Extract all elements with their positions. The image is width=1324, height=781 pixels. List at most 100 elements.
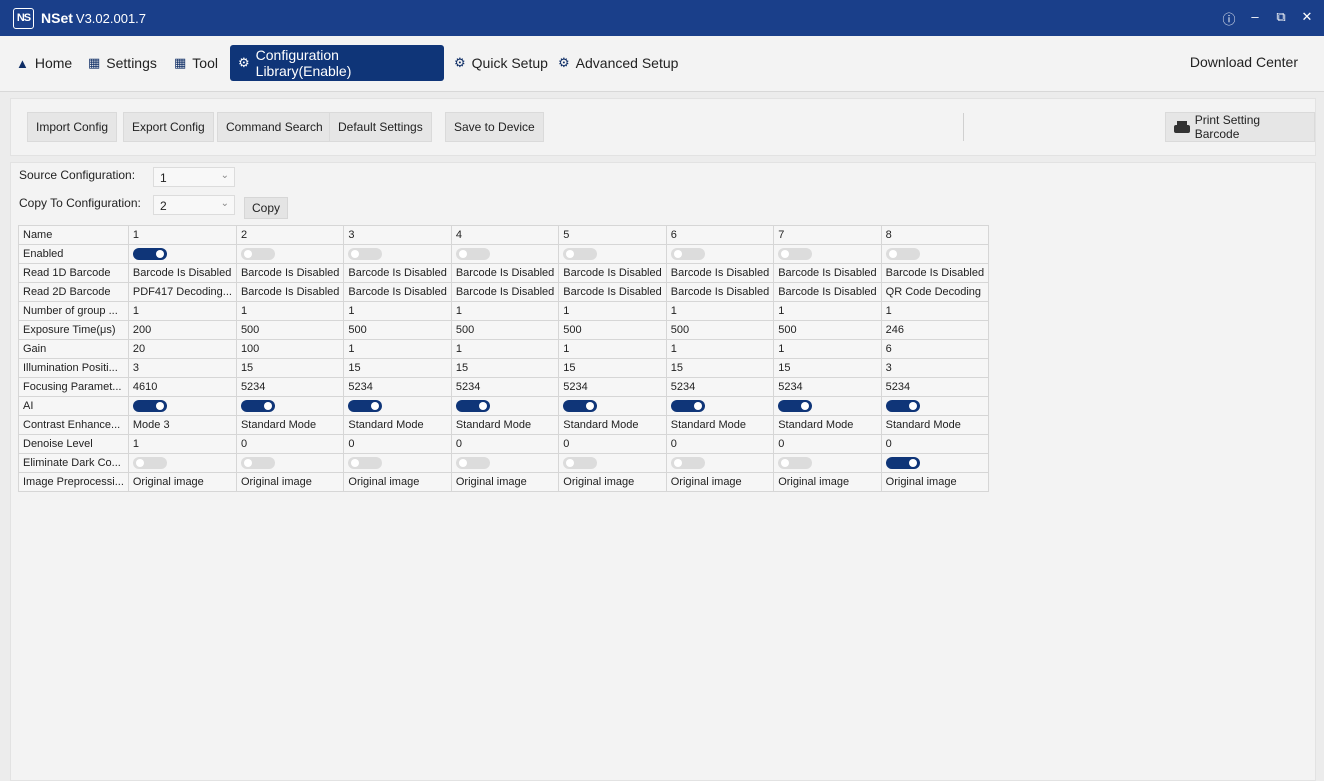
import-config-button[interactable]: Import Config xyxy=(27,112,118,142)
toggle-switch[interactable] xyxy=(240,400,275,413)
toggle-switch[interactable] xyxy=(348,248,383,261)
download-center-link[interactable]: Download Center xyxy=(1190,54,1298,70)
table-cell[interactable]: Mode 3 xyxy=(127,415,237,435)
toggle-switch[interactable] xyxy=(132,248,167,261)
table-cell[interactable]: 500 xyxy=(665,320,775,340)
toggle-switch[interactable] xyxy=(348,457,383,470)
nav-advanced-setup[interactable]: ⚙ Advanced Setup xyxy=(550,45,686,81)
table-cell[interactable]: Original image xyxy=(127,472,237,492)
toggle-switch[interactable] xyxy=(455,400,490,413)
table-cell[interactable]: Original image xyxy=(343,472,452,492)
table-cell[interactable]: 4610 xyxy=(127,377,237,397)
table-cell[interactable]: 1 xyxy=(665,339,775,359)
table-cell[interactable]: 1 xyxy=(127,434,237,454)
table-cell[interactable]: 500 xyxy=(558,320,667,340)
table-cell[interactable]: 1 xyxy=(665,301,775,321)
toggle-switch[interactable] xyxy=(563,400,598,413)
table-cell[interactable]: Barcode Is Disabled xyxy=(127,263,237,283)
table-cell[interactable]: Barcode Is Disabled xyxy=(773,263,882,283)
command-search-button[interactable]: Command Search xyxy=(217,112,332,142)
toggle-switch[interactable] xyxy=(670,400,705,413)
table-cell[interactable]: Barcode Is Disabled xyxy=(880,263,990,283)
table-cell[interactable]: Barcode Is Disabled xyxy=(343,282,452,302)
table-cell[interactable]: 0 xyxy=(343,434,452,454)
table-cell[interactable]: Barcode Is Disabled xyxy=(558,282,667,302)
export-config-button[interactable]: Export Config xyxy=(123,112,214,142)
table-cell[interactable]: 20 xyxy=(127,339,237,359)
table-cell[interactable]: PDF417 Decoding... xyxy=(127,282,237,302)
toggle-switch[interactable] xyxy=(670,248,705,261)
toggle-switch[interactable] xyxy=(455,457,490,470)
table-cell[interactable]: Standard Mode xyxy=(450,415,560,435)
table-cell[interactable]: 500 xyxy=(235,320,345,340)
toggle-switch[interactable] xyxy=(240,248,275,261)
table-cell[interactable]: 5234 xyxy=(450,377,560,397)
table-cell[interactable]: 5234 xyxy=(235,377,345,397)
table-cell[interactable]: 1 xyxy=(450,301,560,321)
copy-to-config-select[interactable]: 2 ⌄ xyxy=(153,195,235,215)
nav-home[interactable]: ▲ Home xyxy=(8,45,80,81)
table-cell[interactable]: Standard Mode xyxy=(773,415,882,435)
close-icon[interactable]: ✕ xyxy=(1300,9,1314,28)
table-cell[interactable]: 1 xyxy=(127,301,237,321)
table-cell[interactable]: 3 xyxy=(127,358,237,378)
table-cell[interactable]: Barcode Is Disabled xyxy=(450,282,560,302)
table-cell[interactable]: 0 xyxy=(773,434,882,454)
table-cell[interactable]: 1 xyxy=(880,301,990,321)
table-cell[interactable]: 1 xyxy=(558,301,667,321)
table-cell[interactable]: 1 xyxy=(343,301,452,321)
table-cell[interactable]: 500 xyxy=(450,320,560,340)
table-cell[interactable]: 1 xyxy=(558,339,667,359)
table-cell[interactable]: Barcode Is Disabled xyxy=(235,282,345,302)
toggle-switch[interactable] xyxy=(563,248,598,261)
table-cell[interactable]: Original image xyxy=(558,472,667,492)
table-cell[interactable]: 15 xyxy=(235,358,345,378)
table-cell[interactable]: 0 xyxy=(235,434,345,454)
table-cell[interactable]: 15 xyxy=(450,358,560,378)
table-cell[interactable]: 200 xyxy=(127,320,237,340)
toggle-switch[interactable] xyxy=(455,248,490,261)
table-cell[interactable]: 5234 xyxy=(558,377,667,397)
table-cell[interactable]: 15 xyxy=(665,358,775,378)
toggle-switch[interactable] xyxy=(348,400,383,413)
nav-config-library[interactable]: ⚙ Configuration Library(Enable) xyxy=(230,45,444,81)
table-cell[interactable]: 246 xyxy=(880,320,990,340)
table-cell[interactable]: Standard Mode xyxy=(880,415,990,435)
table-cell[interactable]: 15 xyxy=(343,358,452,378)
toggle-switch[interactable] xyxy=(670,457,705,470)
table-cell[interactable]: 5234 xyxy=(343,377,452,397)
table-cell[interactable]: 3 xyxy=(880,358,990,378)
table-cell[interactable]: Original image xyxy=(450,472,560,492)
table-cell[interactable]: QR Code Decoding xyxy=(880,282,990,302)
table-cell[interactable]: Original image xyxy=(235,472,345,492)
table-cell[interactable]: Barcode Is Disabled xyxy=(558,263,667,283)
toggle-switch[interactable] xyxy=(885,457,920,470)
table-cell[interactable]: 15 xyxy=(558,358,667,378)
table-cell[interactable]: 500 xyxy=(773,320,882,340)
table-cell[interactable]: Standard Mode xyxy=(665,415,775,435)
table-cell[interactable]: 1 xyxy=(773,339,882,359)
restore-icon[interactable]: ⧉ xyxy=(1274,9,1288,28)
table-cell[interactable]: Original image xyxy=(880,472,990,492)
toggle-switch[interactable] xyxy=(563,457,598,470)
toggle-switch[interactable] xyxy=(132,457,167,470)
toggle-switch[interactable] xyxy=(132,400,167,413)
default-settings-button[interactable]: Default Settings xyxy=(329,112,432,142)
nav-settings[interactable]: ▦ Settings xyxy=(80,45,165,81)
source-config-select[interactable]: 1 ⌄ xyxy=(153,167,235,187)
table-cell[interactable]: 6 xyxy=(880,339,990,359)
save-to-device-button[interactable]: Save to Device xyxy=(445,112,544,142)
table-cell[interactable]: Original image xyxy=(773,472,882,492)
nav-tool[interactable]: ▦ Tool xyxy=(166,45,226,81)
minimize-icon[interactable]: – xyxy=(1248,9,1262,28)
table-cell[interactable]: 0 xyxy=(450,434,560,454)
table-cell[interactable]: Barcode Is Disabled xyxy=(773,282,882,302)
table-cell[interactable]: 1 xyxy=(450,339,560,359)
table-cell[interactable]: Barcode Is Disabled xyxy=(235,263,345,283)
table-cell[interactable]: 1 xyxy=(343,339,452,359)
table-cell[interactable]: 1 xyxy=(235,301,345,321)
toggle-switch[interactable] xyxy=(778,457,813,470)
toggle-switch[interactable] xyxy=(885,248,920,261)
table-cell[interactable]: Standard Mode xyxy=(235,415,345,435)
table-cell[interactable]: 5234 xyxy=(665,377,775,397)
